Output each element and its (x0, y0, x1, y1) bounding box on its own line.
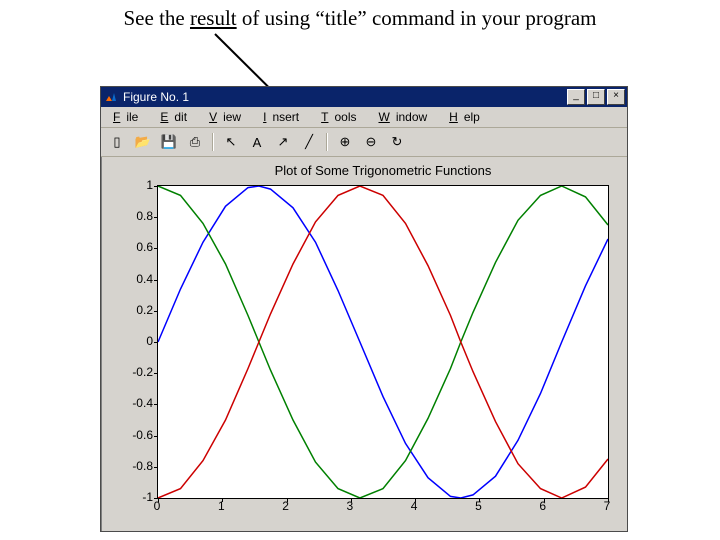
ytick-label: -1 (142, 490, 153, 504)
ytick-mark (154, 280, 158, 281)
save-icon[interactable]: 💾 (157, 131, 181, 153)
close-button[interactable]: × (607, 89, 625, 105)
open-icon[interactable]: 📂 (131, 131, 155, 153)
figure-area: Plot of Some Trigonometric Functions -1 -… (107, 159, 621, 525)
xtick-label: 5 (475, 499, 482, 513)
toolbar-separator (212, 133, 214, 151)
ytick-mark (154, 311, 158, 312)
ytick-label: 1 (146, 178, 153, 192)
titlebar: Figure No. 1 _ □ × (101, 87, 627, 107)
window-title: Figure No. 1 (123, 90, 189, 104)
xtick-label: 0 (154, 499, 161, 513)
figure-window: Figure No. 1 _ □ × File Edit View Insert… (100, 86, 628, 532)
slide-caption: See the result of using “title” command … (0, 0, 720, 31)
maximize-button[interactable]: □ (587, 89, 605, 105)
plot-canvas (158, 186, 608, 498)
ytick-label: 0.2 (136, 303, 153, 317)
ytick-mark (154, 217, 158, 218)
new-icon[interactable]: ▯ (105, 131, 129, 153)
xtick-label: 6 (539, 499, 546, 513)
caption-underline: result (190, 6, 237, 30)
menubar: File Edit View Insert Tools Window Help (101, 107, 627, 128)
series-cos(x) (158, 186, 608, 498)
ytick-label: -0.4 (132, 396, 153, 410)
xtick-label: 3 (347, 499, 354, 513)
arrow-icon[interactable]: ↗ (271, 131, 295, 153)
menu-edit[interactable]: Edit (154, 109, 199, 125)
line-icon[interactable]: ╱ (297, 131, 321, 153)
matlab-icon (103, 89, 119, 105)
ytick-mark (154, 248, 158, 249)
minimize-button[interactable]: _ (567, 89, 585, 105)
window-buttons: _ □ × (567, 89, 625, 105)
ytick-label: 0.4 (136, 272, 153, 286)
rotate-icon[interactable]: ↻ (385, 131, 409, 153)
menu-file[interactable]: File (107, 109, 150, 125)
menu-view[interactable]: View (203, 109, 253, 125)
ytick-label: 0.6 (136, 240, 153, 254)
ytick-mark (154, 373, 158, 374)
ytick-label: -0.8 (132, 459, 153, 473)
ytick-label: 0 (146, 334, 153, 348)
axes (157, 185, 609, 499)
toolbar: ▯📂💾⎙ ↖A↗╱ ⊕⊖↻ (101, 128, 627, 157)
menu-insert[interactable]: Insert (257, 109, 311, 125)
ytick-mark (154, 342, 158, 343)
ytick-label: -0.2 (132, 365, 153, 379)
menu-window[interactable]: Window (372, 109, 439, 125)
menu-tools[interactable]: Tools (315, 109, 368, 125)
series--cos(x) (158, 186, 608, 498)
chart-title: Plot of Some Trigonometric Functions (157, 163, 609, 178)
ytick-mark (154, 186, 158, 187)
series-sin(x) (158, 186, 608, 498)
zoom-out-icon[interactable]: ⊖ (359, 131, 383, 153)
xtick-label: 1 (218, 499, 225, 513)
xtick-label: 7 (604, 499, 611, 513)
text-icon[interactable]: A (245, 131, 269, 153)
ytick-mark (154, 436, 158, 437)
caption-pre: See the (124, 6, 190, 30)
print-icon[interactable]: ⎙ (183, 131, 207, 153)
ytick-label: -0.6 (132, 428, 153, 442)
menu-help[interactable]: Help (443, 109, 492, 125)
ytick-mark (154, 404, 158, 405)
ytick-mark (154, 467, 158, 468)
zoom-in-icon[interactable]: ⊕ (333, 131, 357, 153)
xtick-label: 2 (282, 499, 289, 513)
xtick-label: 4 (411, 499, 418, 513)
caption-suf: of using “title” command in your program (237, 6, 597, 30)
toolbar-separator (326, 133, 328, 151)
pointer-icon[interactable]: ↖ (219, 131, 243, 153)
ytick-label: 0.8 (136, 209, 153, 223)
